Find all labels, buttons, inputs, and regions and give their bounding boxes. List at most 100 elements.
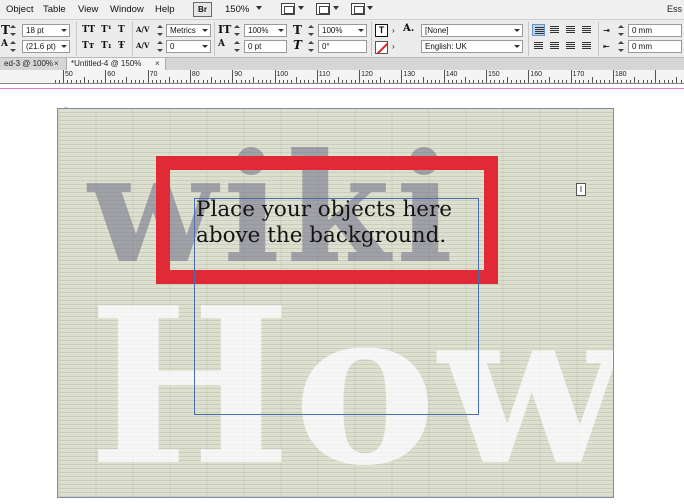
baseline-shift-value: 0 pt [248,42,262,51]
text-fill-swatch-icon[interactable]: T [375,24,388,37]
small-caps-button[interactable]: Tт [82,41,94,51]
leading-stepper[interactable] [10,40,16,53]
ruler-tick [333,80,335,83]
workspace-switcher[interactable]: Ess [667,4,682,14]
ruler-tick [608,80,610,83]
subscript-button[interactable]: T₁ [101,41,112,51]
tab-untitled-3[interactable]: ed-3 @ 100% [0,58,57,70]
ruler-tick [431,80,432,83]
skew-field[interactable]: 0° [318,40,367,53]
text-stroke-none-icon[interactable] [375,41,388,54]
ruler-tick [642,80,644,83]
leading-icon: A [1,39,8,49]
ruler-tick [202,80,204,83]
menu-object[interactable]: Object [6,4,33,15]
align-right-button[interactable] [564,24,577,36]
ruler-tick [646,80,648,83]
arrange-documents-icon[interactable] [351,3,365,15]
baseline-shift-icon: A [218,39,225,49]
ruler-tick [486,70,487,83]
superscript-button[interactable]: T¹ [101,25,112,35]
align-center-button[interactable] [548,24,561,36]
justify-center-button[interactable] [548,40,561,52]
vertical-scale-icon: IT [218,23,232,36]
horizontal-ruler[interactable]: 50 60 70 80 90 100 110 120 130 140 150 160 170 180 [0,70,684,84]
ruler-tick [75,80,77,83]
ruler-tick [240,80,242,83]
ruler-tick [667,80,669,83]
ruler-tick [312,80,314,83]
ruler-tick [418,80,420,83]
justify-all-button[interactable] [580,40,593,52]
ruler-tick [71,80,73,83]
first-line-indent-value: 0 mm [632,42,652,51]
first-line-indent-stepper[interactable] [618,40,624,53]
fill-chevron-icon[interactable]: › [392,26,395,35]
text-content[interactable]: Place your objects here above the backgr… [196,197,496,249]
bridge-button[interactable]: Br [193,2,212,17]
text-line: Place your objects here [196,197,453,222]
menu-help[interactable]: Help [155,4,175,15]
baseline-shift-stepper[interactable] [234,40,240,53]
ruler-tick [574,80,576,83]
horizontal-scale-field[interactable]: 100% [318,24,367,37]
justify-right-button[interactable] [564,40,577,52]
close-tab-icon[interactable]: × [54,58,59,70]
language-dropdown[interactable]: English: UK [421,40,523,53]
horizontal-scale-stepper[interactable] [308,24,314,37]
underline-button[interactable]: T [118,25,125,35]
menu-table[interactable]: Table [43,4,66,15]
stroke-chevron-icon[interactable]: › [392,42,395,51]
menu-window[interactable]: Window [110,4,144,15]
ruler-tick [109,80,111,83]
strikethrough-button[interactable]: Ŧ [118,41,125,51]
close-tab-icon[interactable]: × [155,58,160,70]
vertical-scale-stepper[interactable] [234,24,240,37]
kerning-field[interactable]: Metrics [166,24,211,37]
vertical-scale-field[interactable]: 100% [244,24,287,37]
left-indent-field[interactable]: 0 mm [628,24,682,37]
zoom-level[interactable]: 150% [225,4,249,15]
ruler-tick [350,80,352,83]
ruler-tick [316,70,318,83]
zoom-dropdown-icon[interactable] [256,6,262,10]
ruler-tick [524,80,526,83]
skew-stepper[interactable] [308,40,314,53]
separator [371,22,372,56]
baseline-shift-field[interactable]: 0 pt [244,40,287,53]
kerning-stepper[interactable] [157,24,163,37]
screen-mode-icon[interactable] [316,3,330,15]
font-size-stepper[interactable] [10,24,16,37]
first-line-indent-icon: ⇤ [603,41,610,51]
screen-mode-dropdown-icon[interactable] [333,6,339,10]
left-indent-stepper[interactable] [618,24,624,37]
ruler-tick [257,80,259,83]
menu-view[interactable]: View [78,4,98,15]
leading-field[interactable]: (21.6 pt) [22,40,70,53]
ruler-tick [206,80,208,83]
left-indent-icon: ⇥ [603,25,610,35]
view-options-dropdown-icon[interactable] [298,6,304,10]
ruler-tick [672,80,674,83]
ruler-tick [435,80,437,83]
ruler-tick [249,80,251,83]
tracking-stepper[interactable] [157,40,163,53]
all-caps-button[interactable]: TT [82,25,95,35]
ruler-tick [583,80,585,83]
justify-left-button[interactable] [532,40,545,52]
separator [214,22,215,56]
font-size-icon: T [1,23,10,37]
ruler-tick [443,70,445,83]
align-towards-spine-button[interactable] [580,24,593,36]
tab-untitled-4[interactable]: *Untitled-4 @ 150% [66,58,166,70]
view-options-icon[interactable] [281,3,295,15]
text-line: above the background. [196,223,447,248]
tracking-field[interactable]: 0 [166,40,211,53]
character-style-dropdown[interactable]: [None] [421,24,523,37]
horizontal-scale-value: 100% [322,26,343,35]
font-size-field[interactable]: 18 pt [22,24,70,37]
first-line-indent-field[interactable]: 0 mm [628,40,682,53]
arrange-documents-dropdown-icon[interactable] [367,6,373,10]
ruler-tick [464,77,466,83]
align-left-button[interactable] [532,24,545,36]
